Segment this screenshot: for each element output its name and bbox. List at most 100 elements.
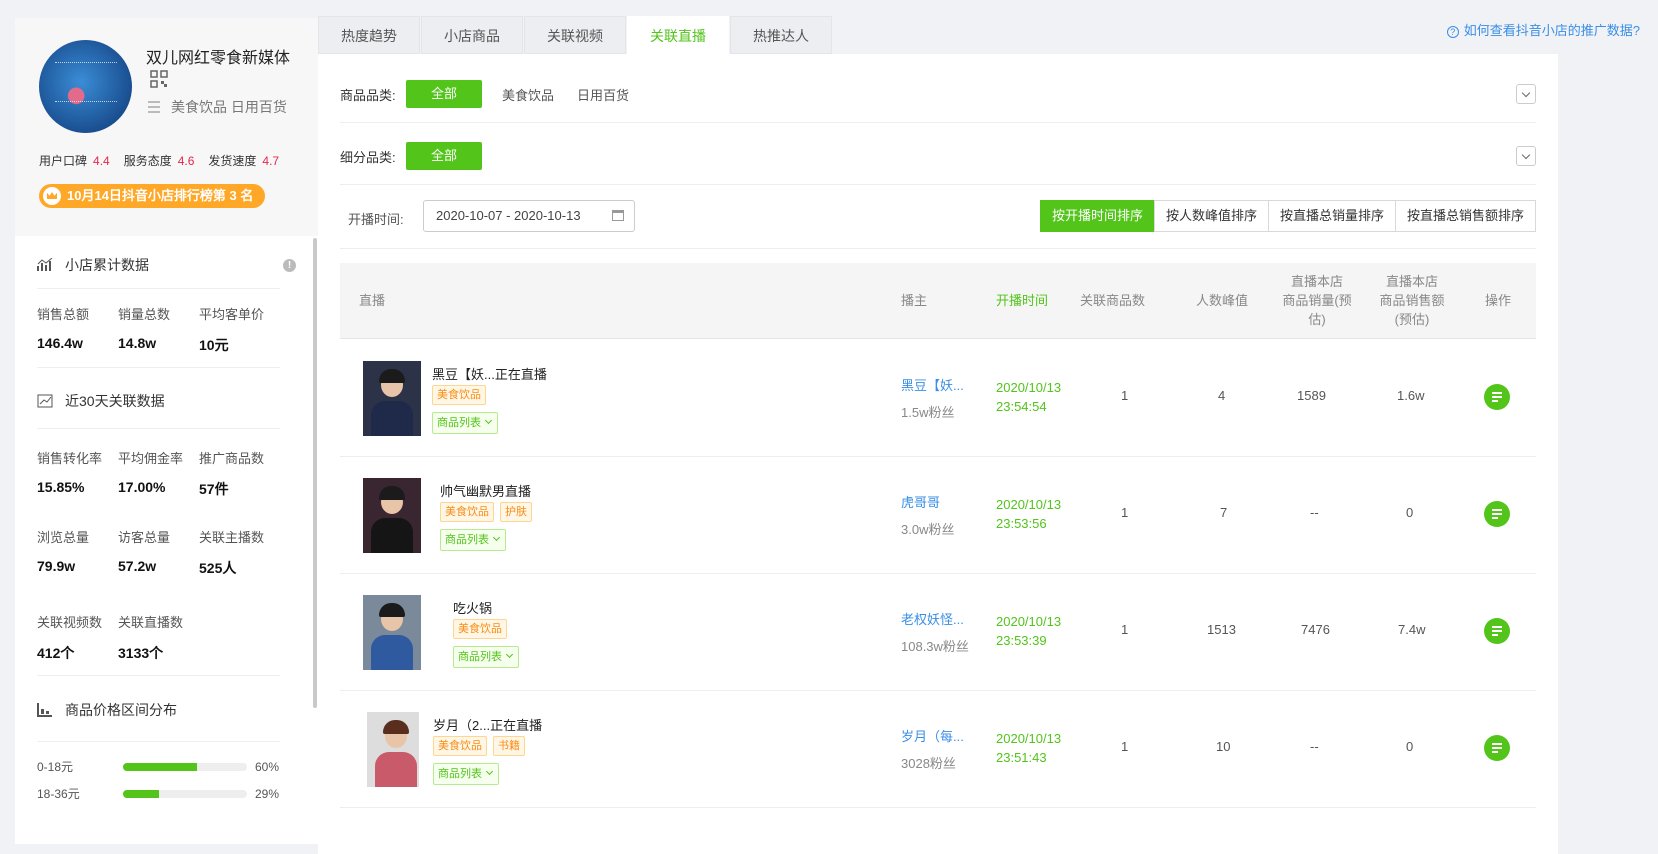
live-title[interactable]: 黑豆【妖...正在直播: [432, 364, 547, 383]
tab-shop-products[interactable]: 小店商品: [421, 16, 523, 54]
price-dist-section-title: 商品价格区间分布: [37, 700, 177, 720]
subcategory-all-button[interactable]: 全部: [406, 142, 483, 170]
sort-by-amount[interactable]: 按直播总销售额排序: [1394, 200, 1536, 232]
live-tags: 美食饮品 护肤: [440, 502, 532, 522]
chevron-down-icon: [505, 650, 514, 659]
start-time: 2020/10/13 23:51:43: [996, 731, 1062, 765]
product-list-dropdown[interactable]: 商品列表: [432, 412, 498, 434]
header-peak: 人数峰值: [1196, 293, 1249, 308]
product-list-dropdown[interactable]: 商品列表: [440, 529, 506, 551]
header-anchor: 播主: [901, 293, 928, 308]
live-title[interactable]: 岁月（2...正在直播: [433, 715, 542, 734]
stat-promo-products: 推广商品数 57件: [199, 451, 265, 497]
anchor-name[interactable]: 虎哥哥: [901, 492, 940, 511]
list-icon: [148, 101, 160, 113]
category-filter-label: 商品品类:: [340, 87, 396, 103]
detail-button[interactable]: [1484, 735, 1510, 761]
product-count: 1: [1121, 622, 1129, 637]
tab-related-lives[interactable]: 关联直播: [627, 16, 729, 54]
category-all-button[interactable]: 全部: [406, 80, 483, 108]
category-tag: 美食饮品: [440, 502, 494, 522]
price-dist-row: 18-36元 29%: [37, 786, 280, 802]
sidebar-scrollbar[interactable]: [313, 238, 317, 708]
sort-by-volume[interactable]: 按直播总销量排序: [1267, 200, 1396, 232]
info-icon[interactable]: !: [283, 259, 296, 272]
shop-ratings: 用户口碑 4.4 服务态度 4.6 发货速度 4.7: [39, 152, 279, 169]
live-thumbnail[interactable]: [363, 478, 421, 553]
chevron-down-icon[interactable]: [1516, 146, 1536, 166]
anchor-name[interactable]: 黑豆【妖...: [901, 375, 964, 394]
sales-volume: 1589: [1297, 388, 1326, 403]
live-thumbnail[interactable]: [367, 712, 419, 787]
line-chart-icon: [37, 394, 53, 408]
date-range-picker[interactable]: 2020-10-07 - 2020-10-13: [423, 200, 635, 232]
anchor-fans: 3028粉丝: [901, 756, 956, 771]
category-tag: 美食饮品: [453, 619, 507, 639]
qrcode-icon[interactable]: [150, 70, 168, 88]
chevron-down-icon: [492, 533, 501, 542]
subcategory-filter: 细分品类: 全部: [340, 142, 1536, 170]
detail-button[interactable]: [1484, 501, 1510, 527]
help-link[interactable]: ? 如何查看抖音小店的推广数据?: [1446, 20, 1640, 39]
peak-viewers: 1513: [1207, 622, 1236, 637]
detail-button[interactable]: [1484, 618, 1510, 644]
chevron-down-icon[interactable]: [1516, 84, 1536, 104]
sort-by-start-time[interactable]: 按开播时间排序: [1039, 200, 1155, 232]
sort-by-peak[interactable]: 按人数峰值排序: [1153, 200, 1269, 232]
product-count: 1: [1121, 505, 1129, 520]
date-filter-label: 开播时间:: [348, 212, 404, 227]
peak-viewers: 10: [1216, 739, 1231, 754]
category-option-food[interactable]: 美食饮品: [499, 85, 557, 104]
tab-related-videos[interactable]: 关联视频: [524, 16, 626, 54]
anchor-name[interactable]: 老权妖怪...: [901, 609, 964, 628]
shop-categories: 美食饮品 日用百货: [171, 99, 287, 115]
live-tags: 美食饮品 书籍: [433, 736, 525, 756]
category-option-daily[interactable]: 日用百货: [574, 85, 632, 104]
start-time: 2020/10/13 23:53:39: [996, 614, 1062, 648]
rating-shipping: 发货速度 4.7: [208, 154, 280, 168]
sales-amount: 0: [1406, 739, 1414, 754]
peak-viewers: 4: [1218, 388, 1226, 403]
rank-badge[interactable]: 10月14日抖音小店排行榜第 3 名: [39, 184, 266, 208]
header-live: 直播: [359, 293, 386, 308]
live-tags: 美食饮品: [453, 619, 507, 639]
stat-avg-price: 平均客单价 10元: [199, 307, 265, 353]
stat-views: 浏览总量 79.9w: [37, 530, 90, 574]
price-dist-bar: [123, 789, 159, 798]
chevron-down-icon: [485, 767, 494, 776]
anchor-fans: 3.0w粉丝: [901, 522, 955, 537]
table-row: 黑豆【妖...正在直播 美食饮品 商品列表 黑豆【妖... 1.5w粉丝 202…: [340, 340, 1536, 457]
shop-profile: 双儿网红零食新媒体 美食饮品 日用百货 用户口碑 4.4 服务态度 4.6 发货速度…: [15, 18, 320, 236]
product-count: 1: [1121, 388, 1129, 403]
table-row: 吃火锅 美食饮品 商品列表 老权妖怪... 108.3w粉丝 2020/10/1…: [340, 574, 1536, 691]
live-thumbnail[interactable]: [363, 595, 421, 670]
sales-volume: --: [1310, 505, 1319, 520]
category-filter: 商品品类: 全部 美食饮品 日用百货: [340, 80, 1536, 108]
detail-button[interactable]: [1484, 384, 1510, 410]
live-thumbnail[interactable]: [363, 361, 421, 436]
subcategory-filter-label: 细分品类:: [340, 149, 396, 165]
header-start-time[interactable]: 开播时间: [996, 291, 1048, 310]
start-time: 2020/10/13 23:54:54: [996, 380, 1062, 414]
tab-heat-trend[interactable]: 热度趋势: [318, 16, 420, 54]
cumulative-section-title: 小店累计数据: [37, 255, 149, 275]
stat-visitors: 访客总量 57.2w: [118, 530, 171, 574]
tab-hot-influencers[interactable]: 热推达人: [730, 16, 832, 54]
live-title[interactable]: 帅气幽默男直播: [440, 481, 531, 500]
table-header: 直播 播主 开播时间 关联商品数 人数峰值 直播本店 商品销量(预 估) 直播本店商…: [340, 263, 1536, 339]
header-op: 操作: [1485, 293, 1512, 308]
recent30-section-title: 近30天关联数据: [37, 391, 165, 411]
product-list-dropdown[interactable]: 商品列表: [453, 646, 519, 668]
recent30-stats-row-1: 销售转化率 15.85% 平均佣金率 17.00% 推广商品数 57件: [37, 448, 297, 499]
anchor-name[interactable]: 岁月（每...: [901, 726, 964, 745]
table-row: 帅气幽默男直播 美食饮品 护肤 商品列表 虎哥哥 3.0w粉丝 2020/10/1…: [340, 457, 1536, 574]
header-sales: 直播本店 商品销量(预 估): [1282, 274, 1352, 327]
recent30-stats-row-3: 关联视频数 412个 关联直播数 3133个: [37, 612, 297, 663]
product-list-dropdown[interactable]: 商品列表: [433, 763, 499, 785]
anchor-fans: 1.5w粉丝: [901, 405, 955, 420]
category-tag: 护肤: [500, 502, 532, 522]
stat-anchors: 关联主播数 525人: [199, 530, 265, 576]
live-title[interactable]: 吃火锅: [453, 598, 492, 617]
sales-volume: --: [1310, 739, 1319, 754]
category-tag: 书籍: [493, 736, 525, 756]
